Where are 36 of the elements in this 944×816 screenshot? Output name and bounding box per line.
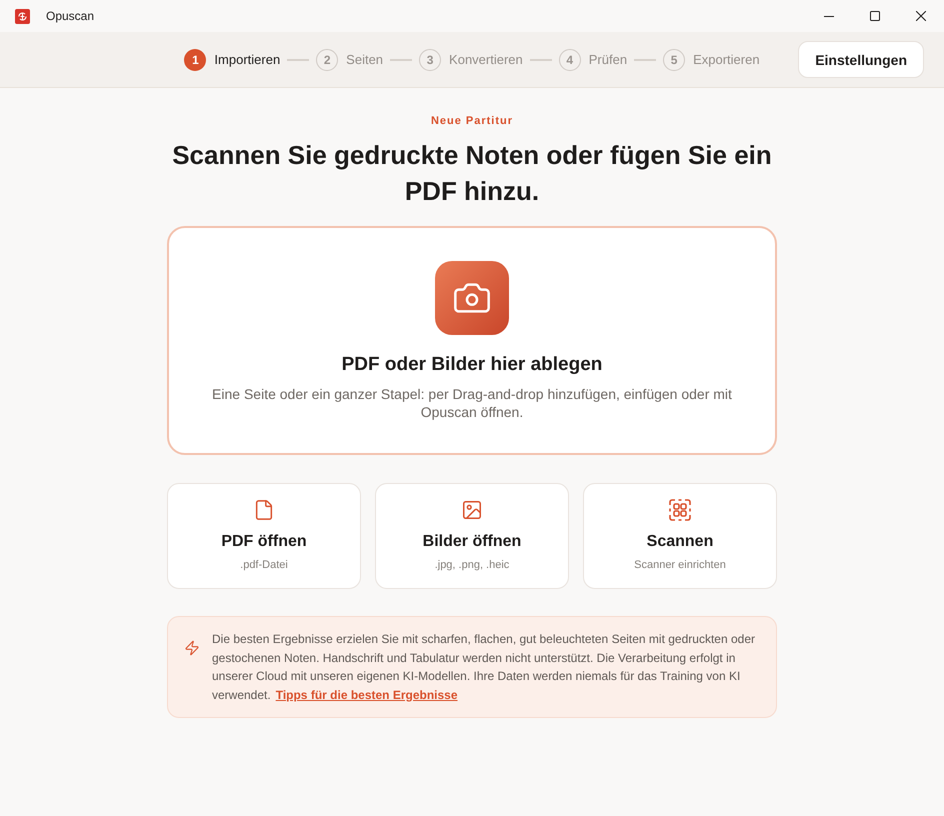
option-card[interactable]: PDF öffnen .pdf-Datei	[167, 483, 361, 589]
eyebrow-label: Neue Partitur	[430, 114, 514, 128]
option-subtitle: .jpg, .png, .heic	[434, 558, 510, 572]
step-label: Prüfen	[588, 52, 628, 67]
option-card[interactable]: Bilder öffnen .jpg, .png, .heic	[375, 483, 569, 589]
maximize-icon	[870, 11, 880, 21]
file-icon	[253, 499, 275, 521]
page-heading: Scannen Sie gedruckte Noten oder fügen Sie ein PDF hinzu.	[171, 139, 773, 208]
step-number: 4	[558, 48, 581, 70]
drop-zone[interactable]: PDF oder Bilder hier ablegen Eine Seite oder ein ganzer Stapel: per Drag-and-drop hinzufügen, einfügen oder mit Opuscan öffnen.	[167, 226, 777, 455]
step-label: Konvertieren	[449, 52, 523, 67]
lightning-icon	[184, 640, 200, 656]
scan-frame-icon	[669, 499, 691, 521]
tips-link[interactable]: Tipps für die besten Ergebnisse	[276, 688, 458, 702]
close-icon	[916, 11, 926, 21]
option-subtitle: Scanner einrichten	[634, 558, 726, 572]
camera-icon	[435, 261, 509, 335]
option-title: Bilder öffnen	[422, 532, 522, 552]
step-number: 5	[663, 48, 686, 70]
window-title: Opuscan	[46, 9, 94, 23]
step-number: 1	[184, 48, 206, 70]
step-number: 3	[419, 48, 442, 70]
option-title: Scannen	[646, 532, 714, 552]
settings-button[interactable]: Einstellungen	[798, 41, 924, 78]
info-text: Die besten Ergebnisse erzielen Sie mit scharfen, flachen, gut beleuchteten Seiten mit gedruckten oder gestochenen Noten. Handschrift und Tabulatur werden nicht unterstützt. Die Verarbeitung erfolgt in unserer Cloud mit unseren eigenen KI-Modellen. Ihre Daten werden niemals für das Training von KI verwendet. Tipps für die besten Ergebnisse	[212, 631, 756, 704]
step-label: Importieren	[214, 52, 280, 67]
drop-zone-title: PDF oder Bilder hier ablegen	[342, 353, 602, 377]
drop-zone-description: Eine Seite oder ein ganzer Stapel: per Drag-and-drop hinzufügen, einfügen oder mit Opuscan öffnen.	[211, 385, 733, 421]
option-card[interactable]: Scannen Scanner einrichten	[583, 483, 777, 589]
step-number: 2	[316, 48, 338, 70]
app-logo-icon	[15, 8, 30, 24]
option-subtitle: .pdf-Datei	[240, 558, 288, 572]
option-title: PDF öffnen	[221, 532, 307, 552]
step-label: Seiten	[346, 52, 384, 67]
step-label: Exportieren	[693, 52, 760, 67]
image-icon	[461, 499, 483, 521]
